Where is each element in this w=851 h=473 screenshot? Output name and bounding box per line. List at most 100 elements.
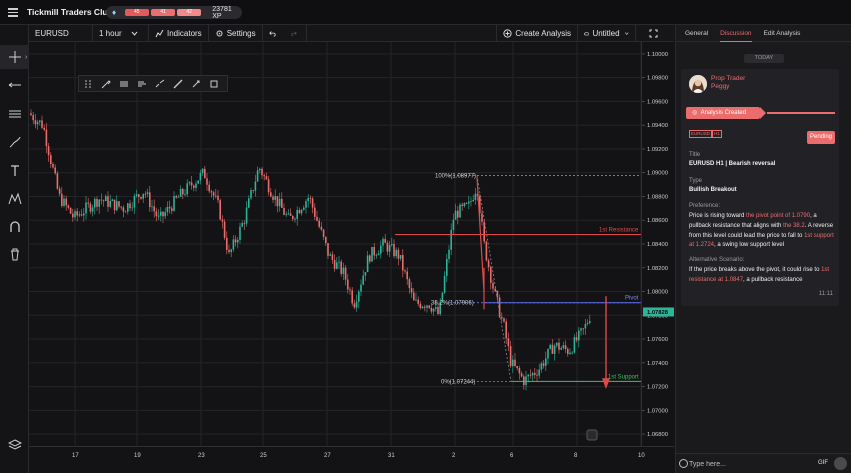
brush-icon[interactable] (0, 130, 29, 154)
price-tick: 1.09800 (647, 76, 668, 82)
candle (177, 196, 180, 198)
layers-icon[interactable] (0, 433, 29, 457)
candle (162, 211, 164, 217)
candle (289, 213, 292, 216)
settings-icon[interactable] (187, 76, 205, 91)
settings-button[interactable]: Settings (209, 24, 263, 42)
horizontal-line-icon[interactable] (0, 73, 29, 97)
line-width-icon[interactable] (169, 76, 187, 91)
candle (74, 211, 76, 218)
candle (127, 203, 129, 212)
channel-icon[interactable] (0, 102, 29, 126)
candle (465, 203, 468, 204)
price-axis[interactable]: 1.10000 1.09800 1.09600 1.09400 1.09200 1.090… (641, 42, 674, 446)
box-icon[interactable] (205, 76, 223, 91)
xp-segment: 42 (177, 9, 202, 16)
create-analysis-button[interactable]: Create Analysis (496, 25, 578, 42)
candle (78, 214, 81, 216)
candle (239, 226, 241, 240)
candle (457, 210, 459, 218)
app-title: Tickmill Traders Club (27, 7, 113, 17)
candle (305, 201, 307, 208)
chart-area[interactable]: 100%(1.08977) 38.2%(1.07906) 0%(1.07244) 1s… (29, 42, 642, 446)
emoji-icon[interactable] (679, 459, 688, 468)
text-icon[interactable] (0, 159, 29, 183)
send-button[interactable] (834, 457, 847, 470)
price-tick: 1.09200 (647, 147, 668, 153)
layout-selector[interactable]: Untitled (578, 25, 636, 42)
candle (452, 219, 455, 230)
analysis-created-label: Analysis Created (700, 110, 746, 116)
brush-icon[interactable] (97, 76, 115, 91)
expand-chevron-icon[interactable]: › (25, 54, 27, 61)
candle (276, 196, 279, 207)
candle (226, 237, 228, 250)
layout-name: Untitled (592, 29, 620, 38)
candle (342, 267, 345, 274)
interval-selector[interactable]: 1 hour (93, 24, 149, 42)
candle (175, 196, 177, 198)
candle (259, 168, 261, 171)
style-icon[interactable] (133, 76, 151, 91)
candle (501, 317, 503, 319)
redo-button[interactable] (285, 24, 307, 42)
candle (490, 267, 492, 283)
candle (461, 204, 463, 207)
candle (107, 196, 109, 207)
candle (184, 194, 186, 196)
candle (309, 197, 312, 199)
candle (347, 279, 349, 290)
time-tick: 31 (388, 453, 395, 459)
candle (173, 196, 175, 211)
tab-discussion[interactable]: Discussion (720, 25, 752, 42)
candle (237, 239, 239, 243)
candle (210, 191, 213, 193)
author-name[interactable]: Peggy (711, 83, 729, 90)
candle (344, 267, 347, 280)
pivot-label: Pivot (625, 296, 639, 302)
candle (254, 181, 257, 191)
gif-button[interactable]: GIF (816, 458, 830, 469)
tab-edit-analysis[interactable]: Edit Analysis (764, 25, 801, 42)
avatar[interactable] (689, 75, 707, 93)
candle (250, 190, 252, 199)
analysis-card: Prop Trader Peggy ◎ Analysis Created EUR… (681, 69, 839, 306)
candle (380, 245, 382, 254)
symbol-selector[interactable]: EURUSD (29, 24, 93, 42)
candle (472, 200, 474, 202)
candle (503, 318, 505, 322)
candle (415, 299, 417, 301)
candlestick-chart[interactable]: 100%(1.08977) 38.2%(1.07906) 0%(1.07244) 1s… (29, 42, 642, 446)
trash-icon[interactable] (0, 242, 29, 266)
fullscreen-icon (649, 29, 658, 38)
candle (386, 242, 389, 252)
candle (426, 305, 428, 308)
candle (388, 245, 391, 252)
create-analysis-label: Create Analysis (515, 29, 571, 38)
undo-button[interactable] (263, 25, 285, 42)
line-style-icon[interactable] (151, 76, 169, 91)
price-tick: 1.07600 (647, 337, 668, 343)
pattern-icon[interactable] (0, 187, 29, 211)
gear-icon (216, 30, 223, 36)
time-axis[interactable]: 17 19 23 25 27 31 2 6 8 10 (29, 446, 674, 461)
menu-icon[interactable] (8, 8, 18, 17)
magnet-icon[interactable] (0, 215, 29, 239)
style-icon[interactable] (115, 76, 133, 91)
xp-total: 23781 XP (212, 5, 232, 20)
message-input[interactable] (689, 458, 809, 470)
candle (406, 271, 408, 280)
time-tick: 23 (198, 453, 205, 459)
candle (364, 272, 367, 276)
indicators-button[interactable]: Indicators (149, 24, 209, 42)
xp-segment: 45 (124, 9, 149, 16)
candle (507, 338, 510, 347)
candle (199, 172, 202, 181)
tab-general[interactable]: General (685, 25, 708, 42)
type-label: Type (689, 178, 703, 184)
candle (547, 348, 549, 359)
drag-handle-icon[interactable] (79, 76, 97, 91)
candle (219, 200, 221, 220)
title-value: EURUSD H1 | Bearish reversal (689, 161, 776, 167)
fullscreen-button[interactable] (636, 25, 674, 42)
